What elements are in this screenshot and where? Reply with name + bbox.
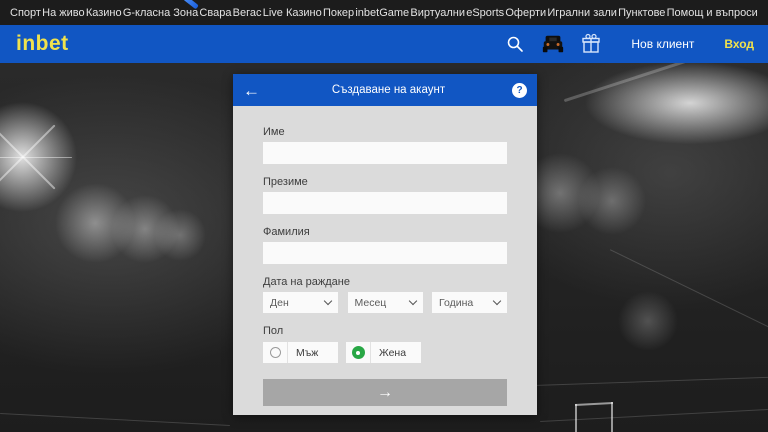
login-button[interactable]: Вход [724, 37, 754, 51]
last-name-label: Фамилия [263, 226, 507, 238]
arrow-right-icon: → [377, 384, 393, 402]
chevron-down-icon [324, 297, 332, 305]
middle-name-label: Презиме [263, 176, 507, 188]
dob-label: Дата на раждане [263, 276, 507, 288]
goal-post [575, 404, 577, 432]
nav-item-esports[interactable]: eSports [466, 7, 504, 19]
nav-item-live[interactable]: На живо [42, 7, 84, 19]
radio-checked-icon [346, 342, 371, 363]
year-select-value: Година [439, 297, 494, 309]
nav-item-virtual[interactable]: Виртуални [410, 7, 465, 19]
vegas-car-icon[interactable] [541, 32, 565, 56]
nav-item-offers[interactable]: Оферти [505, 7, 546, 19]
back-arrow-icon[interactable]: ← [243, 82, 265, 99]
field-line [530, 377, 768, 386]
nav-item-sport[interactable]: Спорт [10, 7, 41, 19]
field-line [0, 413, 230, 426]
search-icon[interactable] [503, 32, 527, 56]
nav-item-help[interactable]: Помощ и въпроси [667, 7, 758, 19]
nav-item-svara[interactable]: Свара [199, 7, 231, 19]
goal-crossbar [575, 402, 613, 406]
day-select-value: Ден [270, 297, 325, 309]
first-name-input[interactable] [263, 142, 507, 164]
new-client-link[interactable]: Нов клиент [631, 37, 694, 51]
top-navigation: Спорт На живо Казино G-класна Зона Свара… [0, 0, 768, 25]
modal-title: Създаване на акаунт [265, 84, 512, 96]
nav-item-poker[interactable]: Покер [323, 7, 354, 19]
nav-item-live-casino[interactable]: Live Казино [263, 7, 322, 19]
day-select[interactable]: Ден [263, 292, 338, 313]
modal-body: Име Презиме Фамилия Дата на раждане Ден … [233, 106, 537, 406]
gender-male-label: Мъж [296, 347, 318, 359]
help-icon[interactable]: ? [512, 83, 527, 98]
inbet-logo[interactable]: inbet [16, 32, 69, 56]
year-select[interactable]: Година [432, 292, 507, 313]
modal-header: ← Създаване на акаунт ? [233, 74, 537, 106]
nav-item-inbetgame[interactable]: inbetGame [355, 7, 409, 19]
chevron-down-icon [408, 297, 416, 305]
first-name-label: Име [263, 126, 507, 138]
nav-item-g-zone[interactable]: G-класна Зона [123, 7, 198, 19]
goal-post [611, 402, 613, 432]
gender-option-female[interactable]: Жена [346, 342, 421, 363]
dob-row: Ден Месец Година [263, 292, 507, 313]
gender-option-male[interactable]: Мъж [263, 342, 338, 363]
month-select-value: Месец [355, 297, 410, 309]
nav-item-halls[interactable]: Игрални зали [547, 7, 617, 19]
month-select[interactable]: Месец [348, 292, 423, 313]
last-name-input[interactable] [263, 242, 507, 264]
light-flare [0, 157, 72, 158]
submit-button[interactable]: → [263, 379, 507, 406]
gender-female-label: Жена [379, 347, 406, 359]
screen: Спорт На живо Казино G-класна Зона Свара… [0, 0, 768, 432]
create-account-modal: ← Създаване на акаунт ? Име Презиме Фами… [233, 74, 537, 415]
main-header: inbet [0, 25, 768, 63]
gender-row: Мъж Жена [263, 342, 507, 363]
middle-name-input[interactable] [263, 192, 507, 214]
nav-item-casino[interactable]: Казино [86, 7, 122, 19]
nav-item-points[interactable]: Пунктове [618, 7, 665, 19]
gender-label: Пол [263, 325, 507, 337]
header-actions: Нов клиент Вход [503, 32, 754, 56]
radio-unchecked-icon [263, 342, 288, 363]
gift-icon[interactable] [579, 32, 603, 56]
nav-item-vegas[interactable]: Вегас [233, 7, 262, 19]
chevron-down-icon [493, 297, 501, 305]
stand-line [610, 249, 768, 338]
